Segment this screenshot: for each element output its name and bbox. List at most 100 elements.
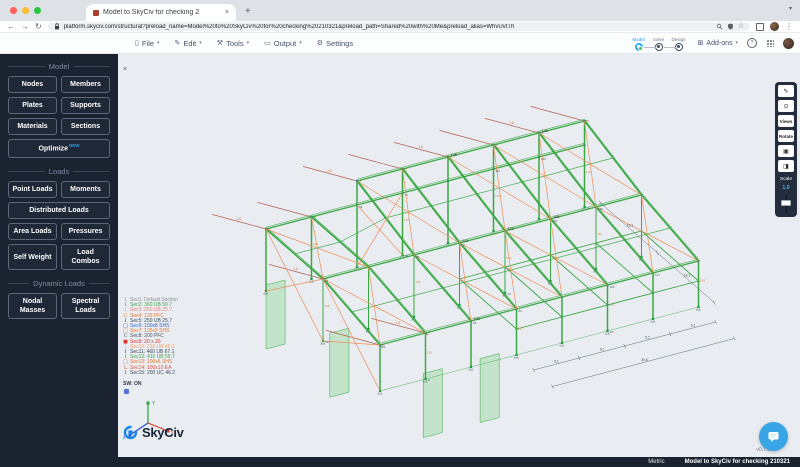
apps-grid-icon[interactable]: [766, 39, 774, 47]
sidebar-button-nodal-masses[interactable]: Nodal Masses: [8, 293, 57, 319]
sidebar-button-sections[interactable]: Sections: [61, 118, 110, 135]
divider: [73, 66, 110, 67]
menu-file[interactable]: ▯File▾: [135, 39, 159, 48]
viewport-close-icon[interactable]: ×: [123, 66, 127, 73]
scale-value: 1.0: [782, 185, 789, 191]
sidebar-button-load-combos[interactable]: Load Combos: [61, 244, 110, 270]
sidebar-button-materials[interactable]: Materials: [8, 118, 57, 135]
viewport-3d[interactable]: 1.51.51.51.51.51.513.113.16.16.16.16.130…: [118, 53, 800, 457]
self-weight-status: SW: ON: [123, 381, 142, 387]
sidebar-button-area-loads[interactable]: Area Loads: [8, 223, 57, 240]
help-icon[interactable]: ?: [747, 38, 757, 48]
sidebar-button-supports[interactable]: Supports: [61, 97, 110, 114]
divider: [8, 283, 29, 284]
step-design[interactable]: Design: [669, 36, 689, 51]
account-avatar[interactable]: [783, 38, 794, 49]
rotate-tool[interactable]: Rotate: [778, 130, 794, 142]
browser-tab[interactable]: Model to SkyCiv for checking 2 ×: [86, 4, 236, 21]
structure-3d-model[interactable]: 1.51.51.51.51.51.513.113.16.16.16.16.130…: [118, 53, 800, 457]
sidebar-button-nodes[interactable]: Nodes: [8, 76, 57, 93]
svg-text:112: 112: [496, 169, 501, 173]
svg-text:119: 119: [427, 351, 432, 355]
step-model[interactable]: Model: [629, 36, 649, 51]
bookmark-star-icon[interactable]: ☆: [738, 23, 744, 30]
shield-icon[interactable]: [727, 23, 734, 30]
sidebar-button-point-loads[interactable]: Point Loads: [8, 181, 57, 198]
svg-text:1.5: 1.5: [418, 145, 423, 149]
sidebar-button-spectral-loads[interactable]: Spectral Loads: [61, 293, 110, 319]
reload-icon[interactable]: ↻: [35, 23, 42, 31]
model-name-label: Model to SkyCiv for checking 210321: [685, 459, 790, 465]
views-tool[interactable]: Views: [778, 115, 794, 127]
slider-thumb[interactable]: [781, 200, 791, 206]
svg-text:141: 141: [462, 239, 468, 243]
sidebar-button-self-weight[interactable]: Self Weight: [8, 244, 57, 270]
skyciv-logo-text: SkyCiv: [142, 425, 184, 440]
sidebar-buttons: Point LoadsMoments Distributed Loads Area …: [0, 181, 118, 270]
step-label: Solve: [653, 37, 664, 42]
svg-text:77: 77: [462, 243, 466, 247]
svg-text:142: 142: [508, 227, 514, 231]
section-title-text: Loads: [49, 167, 69, 176]
search-icon[interactable]: [716, 23, 723, 30]
sidebar-button-distributed-loads[interactable]: Distributed Loads: [8, 202, 110, 219]
menu-edit[interactable]: ✎Edit▾: [174, 39, 201, 48]
window-close-button[interactable]: [10, 7, 17, 14]
step-dot: [655, 43, 663, 51]
chat-button[interactable]: [759, 422, 788, 451]
url-bar[interactable]: platform.skyciv.com/structural?preload_n…: [48, 22, 750, 31]
sidebar-button-optimize[interactable]: OptimizeNEW: [8, 139, 110, 157]
browser-profile-avatar[interactable]: [770, 22, 779, 31]
forward-icon[interactable]: →: [21, 23, 29, 31]
settings-icon: ⚙: [317, 39, 323, 47]
browser-menu-icon[interactable]: ⋮: [785, 23, 793, 31]
sidebar-button-members[interactable]: Members: [61, 76, 110, 93]
step-label: Design: [672, 37, 686, 42]
tab-strip: Model to SkyCiv for checking 2 × + ▾: [0, 0, 800, 21]
scale-slider[interactable]: [779, 195, 793, 213]
menu-settings[interactable]: ⚙Settings: [317, 39, 353, 48]
svg-text:148: 148: [553, 215, 559, 219]
edit-icon: ✎: [174, 39, 180, 47]
svg-text:119: 119: [553, 219, 558, 223]
edit-tool[interactable]: ✎: [778, 85, 794, 97]
favicon: [93, 10, 99, 16]
status-bar: Metric Model to SkyCiv for checking 2103…: [0, 457, 800, 467]
tab-title: Model to SkyCiv for checking 2: [103, 9, 221, 16]
legend-label: Sec15: 200 UC 46.2: [130, 371, 175, 376]
url-text: platform.skyciv.com/structural?preload_n…: [64, 24, 712, 30]
step-label: Model: [632, 37, 644, 42]
addons-menu[interactable]: ⊞ Add-ons ▾: [698, 39, 738, 47]
visibility-tool[interactable]: ⊙: [778, 100, 794, 112]
svg-text:13.1: 13.1: [627, 223, 633, 227]
sidebar-button-pressures[interactable]: Pressures: [61, 223, 110, 240]
menu-tools[interactable]: ⚒Tools▾: [217, 39, 249, 48]
render-tool[interactable]: ◨: [778, 160, 794, 172]
svg-text:127: 127: [404, 218, 409, 222]
window-controls: [10, 7, 41, 14]
step-solve[interactable]: Solve: [649, 36, 669, 51]
svg-text:1.5: 1.5: [236, 217, 241, 221]
svg-text:145: 145: [451, 153, 457, 157]
svg-text:2: 2: [587, 206, 589, 210]
tab-close-icon[interactable]: ×: [225, 9, 229, 16]
side-panel-icon[interactable]: [756, 23, 764, 31]
workflow-stepper: Model Solve Design: [629, 36, 689, 51]
tools-icon: ⚒: [217, 39, 223, 47]
back-icon[interactable]: ←: [7, 23, 15, 31]
sidebar-button-plates[interactable]: Plates: [8, 97, 57, 114]
sidebar-button-moments[interactable]: Moments: [61, 181, 110, 198]
svg-text:49: 49: [359, 205, 363, 209]
app-header: ▯File▾ ✎Edit▾ ⚒Tools▾ ▭Output▾ ⚙Settings Mod…: [0, 33, 800, 54]
camera-tool[interactable]: ▣: [778, 145, 794, 157]
address-bar: ← → ↻ platform.skyciv.com/structural?pre…: [0, 21, 800, 33]
step-dot-glyph: [637, 45, 640, 48]
svg-text:6: 6: [428, 378, 430, 382]
file-icon: ▯: [135, 39, 139, 47]
window-zoom-button[interactable]: [34, 7, 41, 14]
svg-text:1.5: 1.5: [396, 321, 401, 325]
menu-output[interactable]: ▭Output▾: [264, 39, 302, 48]
tab-search-chevron-icon[interactable]: ▾: [789, 5, 792, 12]
window-minimize-button[interactable]: [22, 7, 29, 14]
new-tab-button[interactable]: +: [245, 7, 251, 17]
